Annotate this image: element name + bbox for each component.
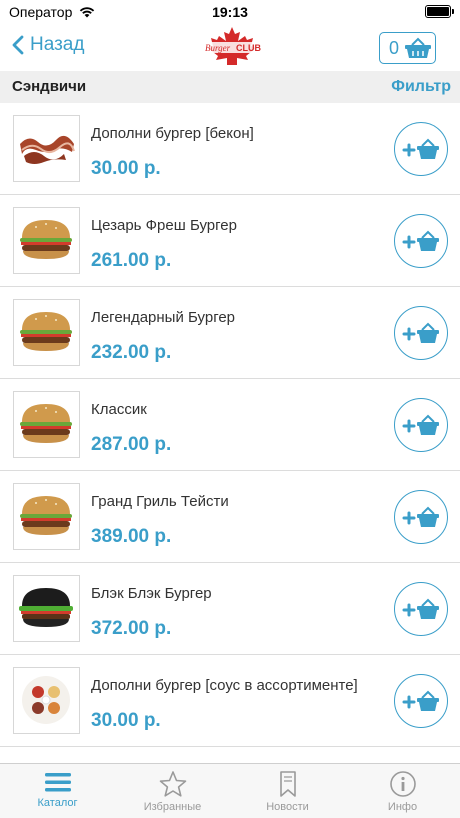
product-thumbnail xyxy=(13,207,80,274)
svg-text:CLUB: CLUB xyxy=(236,43,261,53)
tab-favorites[interactable]: Избранные xyxy=(115,764,230,818)
add-to-cart-button[interactable] xyxy=(394,122,448,176)
add-to-basket-icon xyxy=(402,230,439,251)
black-burger-image xyxy=(19,588,73,627)
navigation-bar: Назад Burger CLUB 0 xyxy=(0,24,460,71)
product-thumbnail xyxy=(13,483,80,550)
battery-icon xyxy=(425,5,454,18)
product-price: 287.00 р. xyxy=(91,434,172,455)
tab-info[interactable]: Инфо xyxy=(345,764,460,818)
filter-button[interactable]: Фильтр xyxy=(391,78,451,96)
section-title: Сэндвичи xyxy=(12,78,87,95)
status-time: 19:13 xyxy=(212,4,248,20)
tab-catalog[interactable]: Каталог xyxy=(0,764,115,818)
product-price: 232.00 р. xyxy=(91,342,172,363)
product-row[interactable]: Блэк Блэк Бургер 372.00 р. xyxy=(0,563,460,655)
product-name: Дополни бургер [соус в ассортименте] xyxy=(91,677,358,694)
add-to-cart-button[interactable] xyxy=(394,582,448,636)
add-to-cart-button[interactable] xyxy=(394,306,448,360)
bookmark-icon xyxy=(279,771,296,797)
add-to-cart-button[interactable] xyxy=(394,674,448,728)
burger-image xyxy=(20,312,72,351)
chevron-left-icon xyxy=(12,35,24,55)
back-button[interactable]: Назад xyxy=(12,34,84,56)
product-price: 372.00 р. xyxy=(91,618,172,639)
tab-news[interactable]: Новости xyxy=(230,764,345,818)
add-to-basket-icon xyxy=(402,690,439,711)
tab-label: Каталог xyxy=(37,797,78,809)
product-name: Дополни бургер [бекон] xyxy=(91,125,254,142)
product-thumbnail xyxy=(13,299,80,366)
product-row[interactable]: Гранд Гриль Тейсти 389.00 р. xyxy=(0,471,460,563)
sauces-image xyxy=(22,676,70,724)
add-to-basket-icon xyxy=(402,322,439,343)
product-name: Легендарный Бургер xyxy=(91,309,236,326)
product-thumbnail xyxy=(13,575,80,642)
product-row[interactable]: Дополни бургер [соус в ассортименте] 30.… xyxy=(0,655,460,747)
info-icon xyxy=(389,771,416,797)
add-to-basket-icon xyxy=(402,598,439,619)
product-price: 261.00 р. xyxy=(91,250,172,271)
add-to-basket-icon xyxy=(402,138,439,159)
tab-bar: Каталог Избранные Новости Инфо xyxy=(0,763,460,818)
product-name: Блэк Блэк Бургер xyxy=(91,585,212,602)
burger-image xyxy=(20,404,72,443)
product-name: Гранд Гриль Тейсти xyxy=(91,493,229,510)
star-icon xyxy=(159,771,186,797)
product-price: 30.00 р. xyxy=(91,158,161,179)
bacon-image xyxy=(20,135,75,164)
add-to-basket-icon xyxy=(402,414,439,435)
product-list: Дополни бургер [бекон] 30.00 р. Цезарь Ф… xyxy=(0,103,460,763)
section-header: Сэндвичи Фильтр xyxy=(0,71,460,103)
product-name: Классик xyxy=(91,401,147,418)
tab-label: Инфо xyxy=(387,801,418,813)
product-row[interactable]: Классик 287.00 р. xyxy=(0,379,460,471)
product-row[interactable]: Дополни бургер [бекон] 30.00 р. xyxy=(0,103,460,195)
burger-club-logo: Burger CLUB xyxy=(203,27,261,65)
cart-button[interactable]: 0 xyxy=(379,32,436,64)
product-price: 30.00 р. xyxy=(91,710,161,731)
add-to-cart-button[interactable] xyxy=(394,398,448,452)
svg-text:Burger: Burger xyxy=(205,43,231,53)
product-thumbnail xyxy=(13,115,80,182)
burger-image xyxy=(20,496,72,535)
add-to-basket-icon xyxy=(402,506,439,527)
cart-count: 0 xyxy=(389,37,400,58)
back-label: Назад xyxy=(30,34,85,55)
basket-icon xyxy=(405,37,432,58)
product-name: Цезарь Фреш Бургер xyxy=(91,217,237,234)
tab-label: Новости xyxy=(266,801,309,813)
product-thumbnail xyxy=(13,391,80,458)
menu-icon xyxy=(44,773,71,792)
burger-image xyxy=(20,220,72,259)
product-row[interactable]: Легендарный Бургер 232.00 р. xyxy=(0,287,460,379)
tab-label: Избранные xyxy=(143,801,202,813)
add-to-cart-button[interactable] xyxy=(394,490,448,544)
product-thumbnail xyxy=(13,667,80,734)
product-row[interactable]: Цезарь Фреш Бургер 261.00 р. xyxy=(0,195,460,287)
add-to-cart-button[interactable] xyxy=(394,214,448,268)
product-price: 389.00 р. xyxy=(91,526,172,547)
status-bar: Оператор 19:13 xyxy=(0,0,460,24)
